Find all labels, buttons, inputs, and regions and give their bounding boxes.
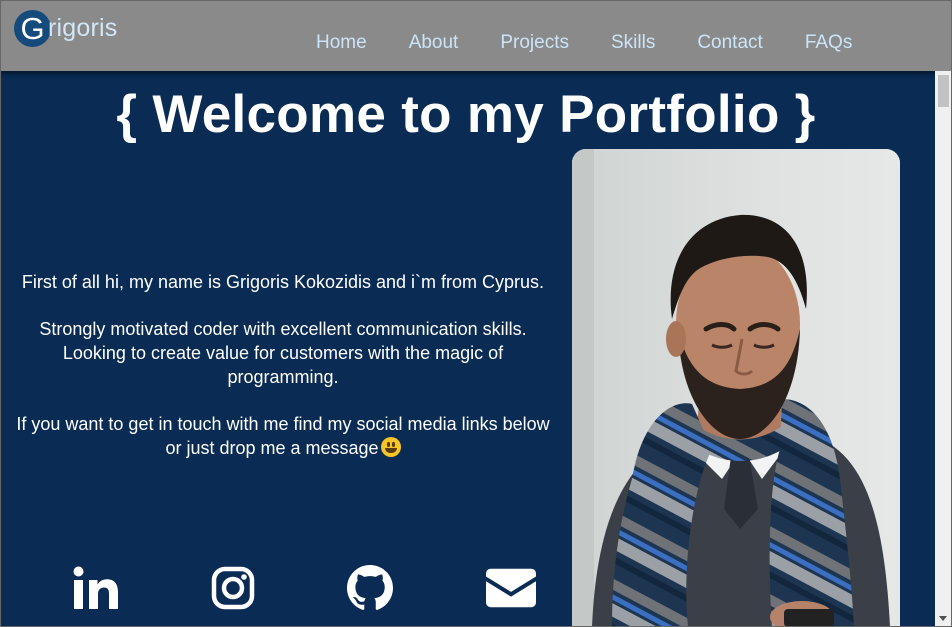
main-nav: Home About Projects Skills Contact FAQs (316, 32, 852, 54)
social-links (0, 563, 560, 613)
email-link[interactable] (486, 563, 536, 613)
linkedin-link[interactable] (71, 563, 121, 613)
grinning-face-emoji (380, 437, 401, 457)
profile-photo (572, 149, 900, 627)
github-link[interactable] (345, 563, 395, 613)
intro-paragraph-greeting: First of all hi, my name is Grigoris Kok… (21, 272, 545, 292)
nav-skills[interactable]: Skills (611, 32, 655, 54)
instagram-link[interactable] (208, 563, 258, 613)
site-header: G rigoris Home About Projects Skills Con… (0, 0, 952, 71)
github-icon (347, 565, 393, 610)
logo-link[interactable]: G rigoris (14, 8, 117, 48)
logo-text: rigoris (48, 13, 118, 42)
scrollbar-thumb[interactable] (938, 75, 949, 107)
nav-faqs[interactable]: FAQs (805, 32, 853, 54)
scroll-down-arrow-icon[interactable] (939, 616, 947, 621)
intro-paragraph-skills: Strongly motivated coder with excellent … (39, 319, 527, 387)
nav-projects[interactable]: Projects (500, 32, 569, 54)
vertical-scrollbar[interactable] (935, 71, 952, 627)
nav-home[interactable]: Home (316, 32, 367, 54)
instagram-icon (211, 566, 255, 610)
intro-text: First of all hi, my name is Grigoris Kok… (12, 270, 554, 483)
page-title: { Welcome to my Portfolio } (116, 85, 816, 144)
intro-paragraph-contact: If you want to get in touch with me find… (12, 412, 554, 460)
profile-photo-illustration (572, 149, 900, 627)
nav-about[interactable]: About (409, 32, 459, 54)
intro-contact-text: If you want to get in touch with me find… (16, 414, 550, 458)
envelope-icon (486, 568, 536, 608)
nav-contact[interactable]: Contact (697, 32, 762, 54)
logo-badge: G (14, 9, 51, 47)
linkedin-icon (73, 566, 118, 609)
